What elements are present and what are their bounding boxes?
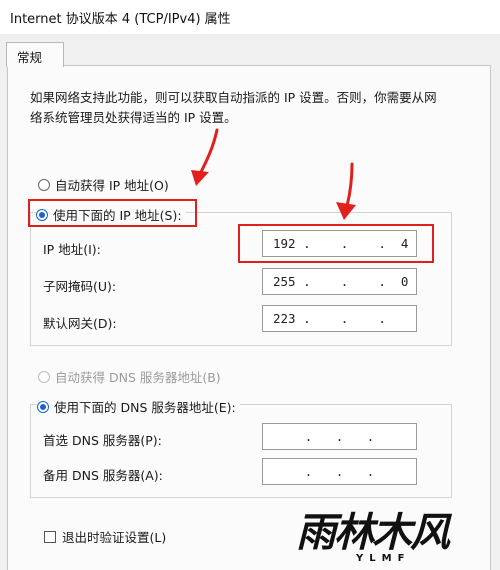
alternate-dns-dot-1: .	[304, 464, 313, 479]
manual-dns-option[interactable]: 使用下面的 DNS 服务器地址(E):	[37, 397, 240, 416]
red-arrow-icon	[336, 162, 356, 220]
alternate-dns-dot-3: .	[366, 464, 375, 479]
validate-checkbox[interactable]	[44, 530, 56, 543]
manual-ip-option[interactable]: 使用下面的 IP 地址(S):	[36, 205, 186, 224]
manual-dns-radio[interactable]	[37, 400, 49, 413]
window-title: Internet 协议版本 4 (TCP/IPv4) 属性	[10, 12, 231, 27]
auto-ip-option[interactable]: 自动获得 IP 地址(O)	[38, 175, 169, 194]
default-gateway-label: 默认网关(D):	[43, 316, 117, 331]
watermark-text: 雨林木风	[296, 510, 450, 556]
preferred-dns-dot-2: .	[335, 429, 344, 444]
preferred-dns-field[interactable]: . . .	[262, 423, 417, 450]
ip-address-field[interactable]: 192 . . . 4	[262, 230, 417, 257]
preferred-dns-dot-3: .	[366, 429, 375, 444]
description-line-1: 如果网络支持此功能，则可以获取自动指派的 IP 设置。否则，你需要从网	[30, 90, 437, 105]
auto-dns-label: 自动获得 DNS 服务器地址(B)	[55, 370, 221, 385]
manual-ip-label: 使用下面的 IP 地址(S):	[53, 208, 182, 223]
preferred-dns-label: 首选 DNS 服务器(P):	[43, 433, 162, 448]
red-arrow-icon	[191, 128, 219, 186]
subnet-mask-label: 子网掩码(U):	[43, 279, 117, 294]
watermark-subtext: YLMF	[356, 553, 411, 564]
auto-ip-label: 自动获得 IP 地址(O)	[55, 178, 169, 193]
manual-dns-label: 使用下面的 DNS 服务器地址(E):	[54, 400, 236, 415]
title-bar: Internet 协议版本 4 (TCP/IPv4) 属性	[0, 0, 500, 34]
validate-label: 退出时验证设置(L)	[62, 530, 167, 545]
default-gateway-field[interactable]: 223 . . .	[262, 305, 417, 332]
alternate-dns-field[interactable]: . . .	[262, 458, 417, 485]
alternate-dns-label: 备用 DNS 服务器(A):	[43, 468, 163, 483]
description-line-2: 络系统管理员处获得适当的 IP 设置。	[30, 110, 237, 125]
ylmf-watermark-logo: 雨林木风 YLMF	[296, 509, 496, 569]
ip-address-label: IP 地址(I):	[43, 242, 101, 257]
subnet-mask-field[interactable]: 255 . . . 0	[262, 268, 417, 295]
tab-general[interactable]: 常规	[6, 42, 64, 67]
description-text: 如果网络支持此功能，则可以获取自动指派的 IP 设置。否则，你需要从网 络系统管…	[30, 88, 470, 128]
preferred-dns-dot-1: .	[304, 429, 313, 444]
auto-ip-radio[interactable]	[38, 178, 50, 191]
manual-ip-radio[interactable]	[36, 208, 48, 221]
auto-dns-option[interactable]: 自动获得 DNS 服务器地址(B)	[38, 367, 221, 386]
tab-general-label: 常规	[17, 50, 43, 65]
validate-option[interactable]: 退出时验证设置(L)	[44, 527, 166, 546]
auto-dns-radio[interactable]	[38, 370, 50, 383]
alternate-dns-dot-2: .	[335, 464, 344, 479]
